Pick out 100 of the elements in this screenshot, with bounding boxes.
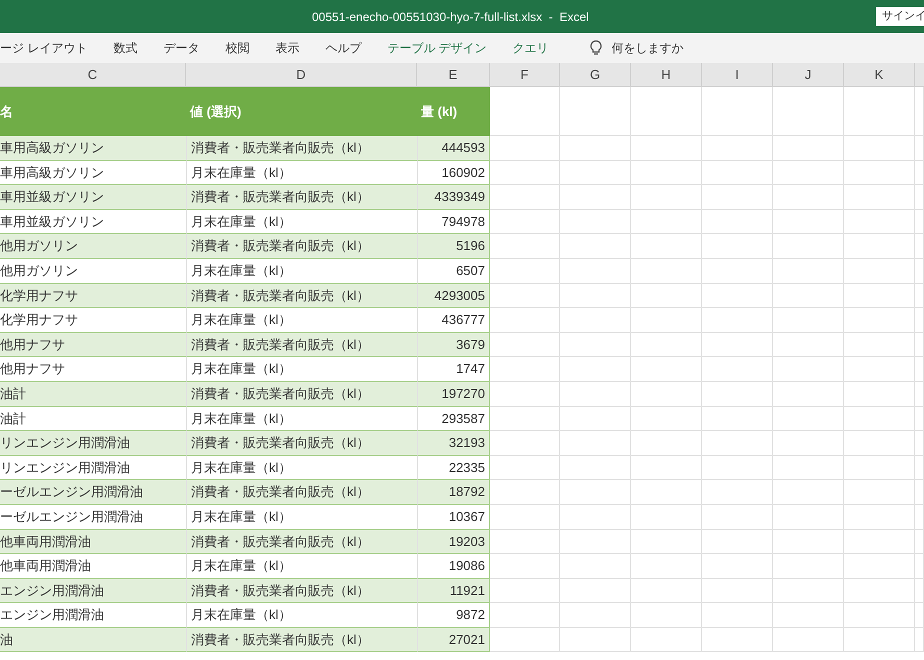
empty-cell[interactable]	[915, 504, 924, 530]
ribbon-tab[interactable]: 数式	[113, 39, 138, 57]
empty-cell[interactable]	[844, 308, 915, 333]
empty-cell[interactable]	[844, 406, 915, 432]
empty-cell[interactable]	[631, 210, 702, 234]
empty-cell[interactable]	[702, 480, 773, 505]
empty-cell[interactable]	[560, 185, 631, 210]
empty-cell[interactable]	[702, 530, 773, 554]
empty-cell[interactable]	[773, 308, 844, 333]
empty-cell[interactable]	[702, 234, 773, 259]
empty-cell[interactable]	[844, 603, 915, 628]
empty-cell[interactable]	[773, 578, 844, 604]
empty-cell[interactable]	[915, 87, 924, 136]
empty-cell[interactable]	[702, 603, 773, 628]
empty-cell[interactable]	[773, 332, 844, 358]
empty-cell[interactable]	[915, 210, 924, 234]
empty-cell[interactable]	[773, 136, 844, 161]
empty-cell[interactable]	[560, 504, 631, 530]
empty-cell[interactable]	[915, 554, 924, 579]
empty-cell[interactable]	[773, 504, 844, 530]
empty-cell[interactable]	[915, 332, 924, 358]
empty-cell[interactable]	[844, 136, 915, 161]
ribbon-tab[interactable]: テーブル デザイン	[387, 39, 487, 57]
empty-cell[interactable]	[773, 210, 844, 234]
empty-cell[interactable]	[773, 480, 844, 505]
column-header[interactable]: I	[702, 63, 773, 86]
empty-cell[interactable]	[560, 456, 631, 480]
empty-cell[interactable]	[631, 382, 702, 407]
empty-cell[interactable]	[773, 406, 844, 432]
column-header[interactable]: D	[186, 63, 417, 86]
empty-cell[interactable]	[702, 284, 773, 308]
ribbon-tab[interactable]: 表示	[275, 39, 300, 57]
empty-cell[interactable]	[844, 431, 915, 456]
empty-cell[interactable]	[773, 382, 844, 407]
empty-cell[interactable]	[560, 234, 631, 259]
ribbon-tab[interactable]: クエリ	[512, 39, 549, 57]
empty-cell[interactable]	[844, 258, 915, 284]
empty-cell[interactable]	[631, 332, 702, 358]
empty-cell[interactable]	[773, 554, 844, 579]
empty-cell[interactable]	[560, 308, 631, 333]
empty-cell[interactable]	[844, 332, 915, 358]
empty-cell[interactable]	[702, 382, 773, 407]
column-header[interactable]: G	[560, 63, 631, 86]
empty-cell[interactable]	[915, 530, 924, 554]
empty-cell[interactable]	[560, 530, 631, 554]
empty-cell[interactable]	[702, 628, 773, 652]
empty-cell[interactable]	[631, 603, 702, 628]
empty-cell[interactable]	[844, 160, 915, 186]
empty-cell[interactable]	[631, 160, 702, 186]
column-header[interactable]: F	[490, 63, 560, 86]
empty-cell[interactable]	[844, 234, 915, 259]
empty-cell[interactable]	[915, 480, 924, 505]
empty-cell[interactable]	[844, 185, 915, 210]
sign-in-button[interactable]: サインイ	[876, 7, 924, 26]
empty-cell[interactable]	[844, 357, 915, 382]
empty-cell[interactable]	[560, 332, 631, 358]
empty-cell[interactable]	[773, 160, 844, 186]
empty-cell[interactable]	[631, 136, 702, 161]
empty-cell[interactable]	[631, 284, 702, 308]
empty-cell[interactable]	[773, 530, 844, 554]
empty-cell[interactable]	[631, 406, 702, 432]
empty-cell[interactable]	[560, 136, 631, 161]
empty-cell[interactable]	[560, 284, 631, 308]
empty-cell[interactable]	[702, 185, 773, 210]
empty-cell[interactable]	[844, 628, 915, 652]
empty-cell[interactable]	[773, 234, 844, 259]
column-header[interactable]: H	[631, 63, 702, 86]
empty-cell[interactable]	[560, 480, 631, 505]
empty-cell[interactable]	[702, 136, 773, 161]
empty-cell[interactable]	[560, 87, 631, 136]
empty-cell[interactable]	[773, 357, 844, 382]
empty-cell[interactable]	[915, 357, 924, 382]
empty-cell[interactable]	[560, 431, 631, 456]
empty-cell[interactable]	[844, 480, 915, 505]
empty-cell[interactable]	[773, 258, 844, 284]
empty-cell[interactable]	[702, 554, 773, 579]
empty-cell[interactable]	[560, 382, 631, 407]
empty-cell[interactable]	[631, 554, 702, 579]
empty-cell[interactable]	[631, 530, 702, 554]
empty-cell[interactable]	[702, 406, 773, 432]
empty-cell[interactable]	[915, 160, 924, 186]
empty-cell[interactable]	[631, 308, 702, 333]
empty-cell[interactable]	[915, 628, 924, 652]
empty-cell[interactable]	[773, 456, 844, 480]
empty-cell[interactable]	[702, 456, 773, 480]
empty-cell[interactable]	[844, 87, 915, 136]
empty-cell[interactable]	[915, 308, 924, 333]
empty-cell[interactable]	[915, 431, 924, 456]
empty-cell[interactable]	[915, 136, 924, 161]
ribbon-tab[interactable]: ヘルプ	[325, 39, 362, 57]
empty-cell[interactable]	[844, 578, 915, 604]
empty-cell[interactable]	[560, 578, 631, 604]
empty-cell[interactable]	[915, 234, 924, 259]
ribbon-tab[interactable]: 校閲	[225, 39, 250, 57]
empty-cell[interactable]	[702, 357, 773, 382]
empty-cell[interactable]	[702, 258, 773, 284]
empty-cell[interactable]	[844, 382, 915, 407]
column-header[interactable]: C	[0, 63, 186, 86]
column-header[interactable]: E	[417, 63, 490, 86]
empty-cell[interactable]	[773, 628, 844, 652]
